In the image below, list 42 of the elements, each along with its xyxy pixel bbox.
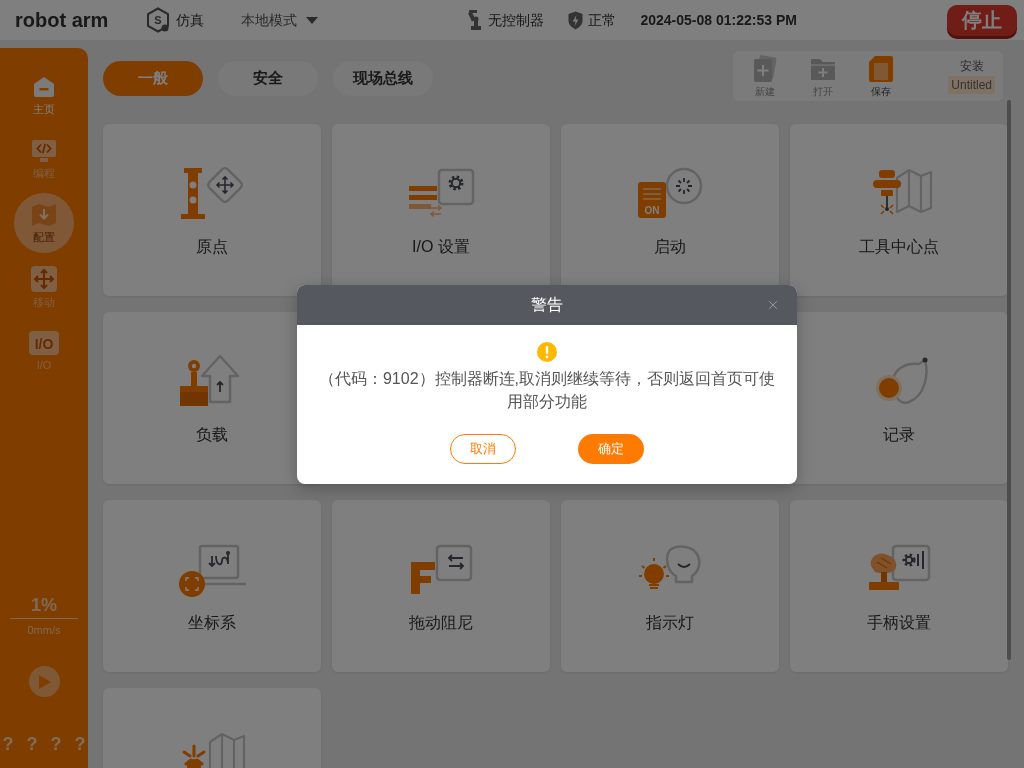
home-icon: [32, 74, 56, 99]
settings-tile[interactable]: 原点: [103, 124, 321, 296]
simulation-shield-icon: S: [146, 7, 171, 33]
nav-item[interactable]: 主页: [14, 65, 74, 125]
stop-button[interactable]: 停止: [947, 4, 1017, 36]
map-download-icon: [31, 202, 57, 227]
play-icon: [39, 674, 51, 689]
move-arrows-icon: [31, 265, 57, 292]
io-icon: I/O: [29, 330, 59, 355]
system-status: 正常: [588, 10, 617, 30]
warning-icon: [537, 342, 557, 362]
close-button[interactable]: [766, 298, 780, 312]
datetime: 2024-05-08 01:22:53 PM: [640, 10, 797, 30]
mode-label: 仿真: [176, 10, 205, 30]
settings-tile[interactable]: 拖动阻尼: [332, 500, 550, 672]
app-title: robot arm: [15, 8, 109, 33]
speed-value: 0mm/s: [27, 622, 61, 638]
dialog-title: 警告: [531, 295, 563, 315]
toolbar-button[interactable]: 保存: [861, 55, 901, 97]
settings-tile[interactable]: 工具中心点: [790, 124, 1008, 296]
settings-tile[interactable]: 指示灯: [561, 500, 779, 672]
play-button[interactable]: [28, 666, 60, 697]
close-icon: [766, 298, 780, 312]
settings-tile[interactable]: 手柄设置: [790, 500, 1008, 672]
installation-label: 安装: [959, 58, 984, 73]
caret-down-icon: [306, 16, 319, 24]
speed-percent: 1%: [31, 594, 57, 615]
new-file-icon: [752, 55, 778, 83]
project-name: Untitled: [948, 75, 995, 94]
tab[interactable]: 一般: [103, 61, 203, 96]
help-text: ? ? ? ?: [2, 733, 86, 756]
mode-dropdown[interactable]: 本地模式: [241, 9, 319, 31]
settings-tile[interactable]: 坐标系: [103, 500, 321, 672]
code-monitor-icon: [31, 138, 57, 163]
tab[interactable]: 现场总线: [333, 61, 433, 96]
confirm-button[interactable]: 确定: [578, 434, 644, 464]
controller-status: 无控制器: [488, 10, 545, 30]
scrollbar[interactable]: [1007, 100, 1011, 660]
tab[interactable]: 安全: [218, 61, 318, 96]
shield-bolt-icon: [568, 10, 584, 30]
cancel-button[interactable]: 取消: [450, 434, 516, 464]
save-file-icon: [868, 55, 894, 83]
